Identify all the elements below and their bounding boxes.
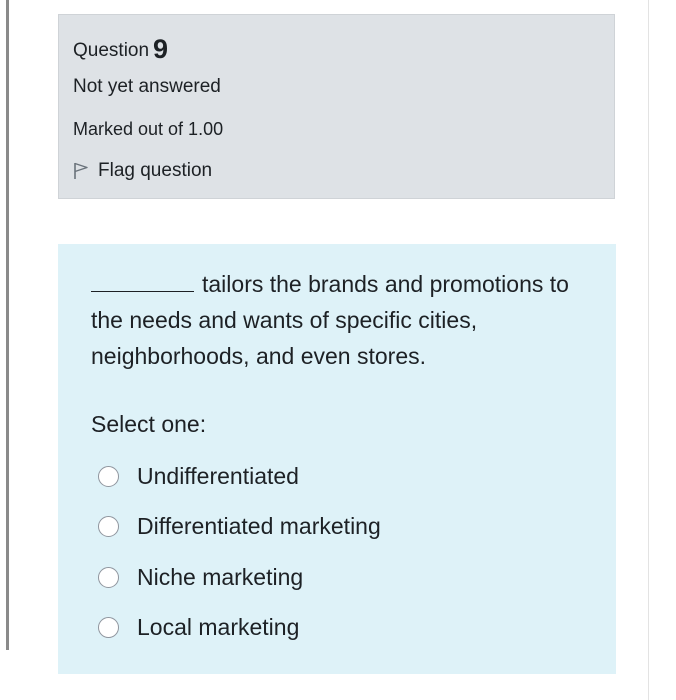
answer-option-label: Local marketing: [137, 614, 300, 641]
question-label: Question: [73, 40, 150, 61]
question-number: 9: [153, 34, 169, 64]
page-right-border: [648, 0, 649, 700]
question-text: tailors the brands and promotions to the…: [91, 266, 591, 374]
select-one-prompt: Select one:: [91, 411, 207, 437]
answer-option-undifferentiated[interactable]: Undifferentiated: [98, 451, 381, 502]
answer-option-label: Differentiated marketing: [137, 513, 381, 540]
flag-question-label: Flag question: [98, 160, 213, 181]
answer-option-local-marketing[interactable]: Local marketing: [98, 603, 381, 654]
radio-button[interactable]: [98, 465, 119, 487]
question-info-panel: Question 9 Not yet answered Marked out of…: [58, 14, 615, 199]
radio-button[interactable]: [98, 566, 119, 588]
question-content: tailors the brands and promotions to the…: [58, 244, 616, 674]
radio-button[interactable]: [98, 617, 119, 639]
question-grade: Marked out of 1.00: [73, 119, 224, 139]
answer-blank: [91, 271, 194, 292]
question-title: Question 9: [73, 32, 169, 64]
answer-option-label: Undifferentiated: [137, 462, 299, 489]
answer-option-niche-marketing[interactable]: Niche marketing: [98, 552, 381, 603]
page-left-border: [6, 0, 9, 650]
answer-option-differentiated-marketing[interactable]: Differentiated marketing: [98, 502, 381, 553]
answer-options: Undifferentiated Differentiated marketin…: [98, 451, 381, 653]
quiz-page: Question 9 Not yet answered Marked out of…: [0, 0, 676, 700]
flag-question-link[interactable]: Flag question: [73, 160, 212, 182]
flag-icon: [73, 162, 89, 180]
answer-option-label: Niche marketing: [137, 563, 304, 590]
question-state: Not yet answered: [73, 76, 221, 97]
radio-button[interactable]: [98, 516, 119, 538]
